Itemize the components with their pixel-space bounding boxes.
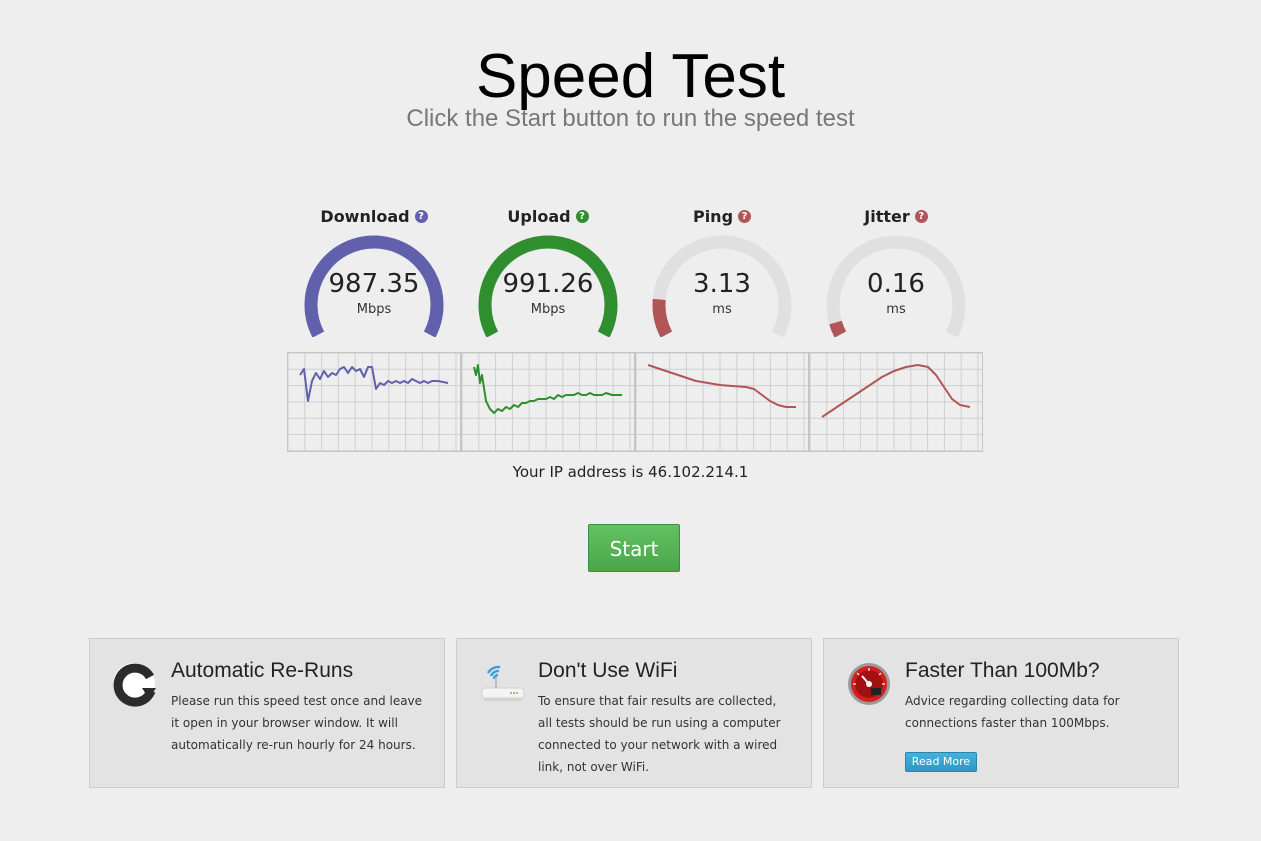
jitter-help-icon[interactable]: ? (914, 209, 928, 223)
card-dont-use-wifi: Don't Use WiFi To ensure that fair resul… (456, 638, 812, 788)
download-label-row: Download ? (289, 203, 459, 229)
ping-value: 3.13 (693, 269, 751, 299)
wifi-router-icon (481, 665, 525, 701)
graph-line (473, 364, 622, 414)
graph-line (299, 366, 449, 402)
page-subtitle: Click the Start button to run the speed … (406, 105, 855, 132)
speedometer-icon (848, 663, 890, 705)
page-title: Speed Test (475, 42, 786, 111)
card-automatic-reruns: Automatic Re-Runs Please run this speed … (89, 638, 445, 788)
upload-help-icon[interactable]: ? (575, 209, 589, 223)
speed-test-page: Speed Test Click the Start button to run… (0, 0, 1261, 841)
upload-label: Upload (507, 206, 571, 226)
upload-meter: Upload ? 991.26 Mbps (463, 203, 633, 337)
upload-value: 991.26 (502, 269, 594, 299)
gauge-fill (829, 320, 847, 337)
ping-label: Ping (692, 206, 734, 226)
card-title: Automatic Re-Runs (171, 659, 354, 682)
jitter-value: 0.16 (867, 269, 925, 299)
ping-help-icon[interactable]: ? (738, 209, 752, 223)
jitter-label: Jitter (864, 206, 910, 226)
graph-grid (636, 353, 808, 451)
ping-unit: ms (712, 302, 732, 317)
card-text: Advice regarding collecting data for con… (905, 694, 1120, 730)
jitter-label-row: Jitter ? (811, 203, 981, 229)
download-meter: Download ? 987.35 Mbps (289, 203, 459, 337)
graph-line (821, 364, 971, 418)
ping-label-row: Ping ? (637, 203, 807, 229)
graph-grid (462, 353, 634, 451)
card-text: To ensure that fair results are collecte… (538, 694, 781, 774)
jitter-meter: Jitter ? 0.16 ms (811, 203, 981, 337)
card-title: Faster Than 100Mb? (905, 659, 1100, 682)
ping-meter: Ping ? 3.13 ms (637, 203, 807, 337)
download-graph (287, 352, 461, 452)
download-help-icon[interactable]: ? (414, 209, 428, 223)
start-button[interactable]: Start (588, 524, 680, 572)
ip-address: Your IP address is 46.102.214.1 (512, 463, 749, 481)
download-unit: Mbps (356, 302, 392, 317)
download-value: 987.35 (328, 269, 420, 299)
read-more-button[interactable]: Read More (905, 752, 977, 772)
jitter-unit: ms (886, 302, 906, 317)
upload-unit: Mbps (530, 302, 566, 317)
card-text: Please run this speed test once and leav… (171, 694, 423, 752)
jitter-graph (809, 352, 983, 452)
refresh-icon (113, 663, 156, 707)
download-label: Download (320, 206, 410, 226)
upload-label-row: Upload ? (463, 203, 633, 229)
ping-graph (635, 352, 809, 452)
graph-grid (288, 353, 460, 451)
card-title: Don't Use WiFi (538, 659, 678, 682)
upload-graph (461, 352, 635, 452)
card-faster-than-100mb: Faster Than 100Mb? Advice regarding coll… (823, 638, 1179, 788)
history-graphs (287, 352, 983, 452)
